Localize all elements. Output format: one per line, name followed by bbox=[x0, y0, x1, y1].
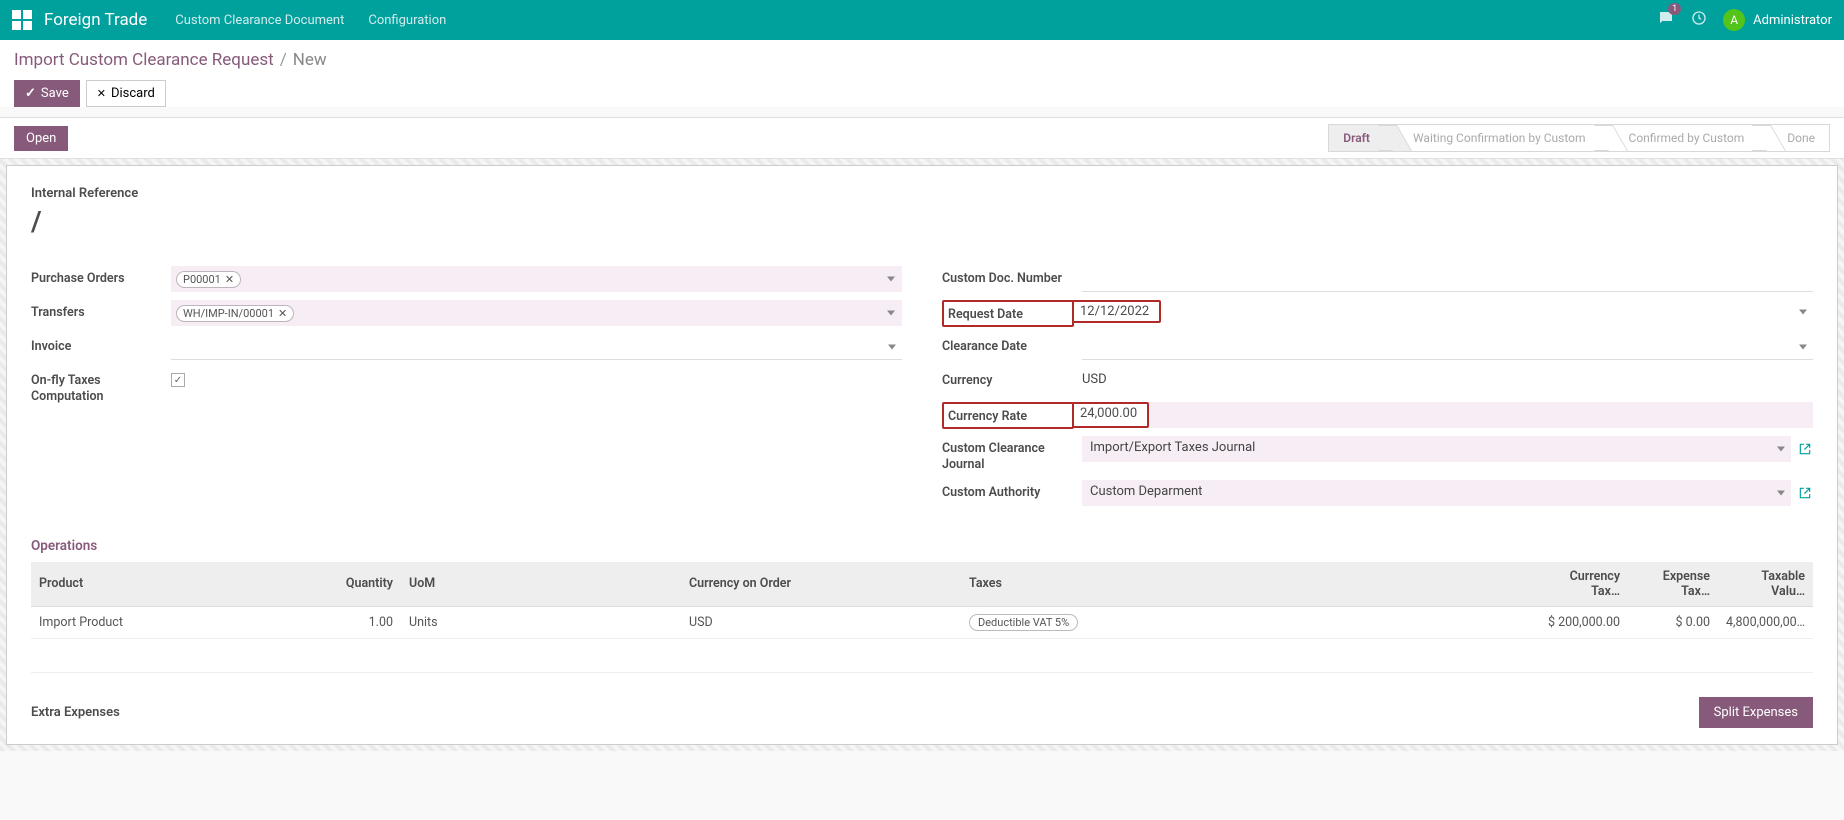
col-product[interactable]: Product bbox=[31, 562, 321, 607]
col-uom[interactable]: UoM bbox=[401, 562, 681, 607]
action-buttons: Save Discard bbox=[14, 80, 1830, 107]
discard-button[interactable]: Discard bbox=[86, 80, 166, 107]
chat-icon[interactable]: 1 bbox=[1657, 9, 1675, 31]
open-button[interactable]: Open bbox=[14, 126, 68, 151]
label-authority: Custom Authority bbox=[942, 480, 1082, 501]
chevron-down-icon[interactable] bbox=[1799, 309, 1807, 314]
cell-currency-tax[interactable]: $ 200,000.00 bbox=[1538, 606, 1628, 638]
label-currency: Currency bbox=[942, 368, 1082, 389]
chevron-down-icon[interactable] bbox=[888, 344, 896, 349]
chevron-down-icon[interactable] bbox=[1777, 490, 1785, 495]
remove-tag-icon[interactable]: ✕ bbox=[278, 307, 287, 320]
authority-field[interactable]: Custom Deparment bbox=[1082, 480, 1791, 506]
status-row: Open Draft Waiting Confirmation by Custo… bbox=[0, 117, 1844, 159]
onfly-taxes-checkbox[interactable]: ✓ bbox=[171, 373, 185, 387]
chevron-down-icon[interactable] bbox=[887, 311, 895, 316]
breadcrumb: Import Custom Clearance Request / New bbox=[14, 50, 1830, 70]
cell-product[interactable]: Import Product bbox=[31, 606, 321, 638]
label-onfly-taxes: On-fly Taxes Computation bbox=[31, 368, 171, 406]
status-draft[interactable]: Draft bbox=[1328, 124, 1388, 152]
extra-expenses-title: Extra Expenses bbox=[31, 705, 120, 720]
app-brand[interactable]: Foreign Trade bbox=[44, 10, 147, 30]
purchase-orders-field[interactable]: P00001✕ bbox=[171, 266, 902, 292]
label-currency-rate: Currency Rate bbox=[942, 402, 1074, 429]
invoice-field[interactable] bbox=[171, 334, 902, 360]
split-expenses-button[interactable]: Split Expenses bbox=[1699, 697, 1813, 728]
external-link-icon[interactable] bbox=[1797, 485, 1813, 501]
cell-taxes[interactable]: Deductible VAT 5% bbox=[961, 606, 1538, 638]
breadcrumb-separator: / bbox=[280, 50, 287, 70]
currency-rate-value[interactable]: 24,000.00 bbox=[1080, 406, 1137, 421]
currency-rate-field[interactable] bbox=[1149, 402, 1813, 428]
apps-icon[interactable] bbox=[12, 10, 32, 30]
form-left-column: Purchase Orders P00001✕ Transfers WH/IMP… bbox=[31, 266, 902, 514]
content-wrap: Internal Reference / Purchase Orders P00… bbox=[0, 159, 1844, 751]
cell-uom[interactable]: Units bbox=[401, 606, 681, 638]
col-expense-tax[interactable]: Expense Tax… bbox=[1628, 562, 1718, 607]
nav-link-configuration[interactable]: Configuration bbox=[368, 13, 446, 28]
status-waiting[interactable]: Waiting Confirmation by Custom bbox=[1388, 124, 1604, 152]
cell-expense-tax[interactable]: $ 0.00 bbox=[1628, 606, 1718, 638]
clearance-date-field[interactable] bbox=[1082, 334, 1813, 360]
nav-link-custom-clearance[interactable]: Custom Clearance Document bbox=[175, 13, 344, 28]
activity-icon[interactable] bbox=[1691, 10, 1707, 30]
extra-expenses-row: Extra Expenses Split Expenses bbox=[31, 697, 1813, 728]
external-link-icon[interactable] bbox=[1797, 441, 1813, 457]
operations-title: Operations bbox=[31, 538, 1813, 554]
label-custom-doc-number: Custom Doc. Number bbox=[942, 266, 1082, 287]
table-row[interactable]: Import Product 1.00 Units USD Deductible… bbox=[31, 606, 1813, 638]
tax-tag[interactable]: Deductible VAT 5% bbox=[969, 614, 1078, 631]
top-navbar: Foreign Trade Custom Clearance Document … bbox=[0, 0, 1844, 40]
request-date-value[interactable]: 12/12/2022 bbox=[1080, 304, 1149, 319]
col-currency-tax[interactable]: Currency Tax… bbox=[1538, 562, 1628, 607]
transfers-field[interactable]: WH/IMP-IN/00001✕ bbox=[171, 300, 902, 326]
chevron-down-icon[interactable] bbox=[887, 277, 895, 282]
label-clearance-date: Clearance Date bbox=[942, 334, 1082, 355]
col-taxable-val[interactable]: Taxable Valu… bbox=[1718, 562, 1813, 607]
chevron-down-icon[interactable] bbox=[1799, 344, 1807, 349]
avatar[interactable]: A bbox=[1723, 9, 1745, 31]
journal-field[interactable]: Import/Export Taxes Journal bbox=[1082, 436, 1791, 462]
save-button[interactable]: Save bbox=[14, 80, 80, 107]
label-transfers: Transfers bbox=[31, 300, 171, 321]
label-purchase-orders: Purchase Orders bbox=[31, 266, 171, 287]
internal-reference-label: Internal Reference bbox=[31, 186, 1813, 201]
currency-value: USD bbox=[1082, 368, 1813, 394]
check-icon bbox=[25, 86, 36, 101]
label-invoice: Invoice bbox=[31, 334, 171, 355]
breadcrumb-parent[interactable]: Import Custom Clearance Request bbox=[14, 50, 274, 70]
form-right-column: Custom Doc. Number Request Date 12/12/20… bbox=[942, 266, 1813, 514]
internal-reference-value: / bbox=[31, 205, 1813, 238]
breadcrumb-bar: Import Custom Clearance Request / New Sa… bbox=[0, 40, 1844, 107]
cell-taxable-val[interactable]: 4,800,000,00… bbox=[1718, 606, 1813, 638]
remove-tag-icon[interactable]: ✕ bbox=[225, 273, 234, 286]
transfer-tag[interactable]: WH/IMP-IN/00001✕ bbox=[176, 305, 294, 322]
chevron-down-icon[interactable] bbox=[1777, 447, 1785, 452]
col-quantity[interactable]: Quantity bbox=[321, 562, 401, 607]
username[interactable]: Administrator bbox=[1753, 13, 1832, 28]
label-journal: Custom Clearance Journal bbox=[942, 436, 1082, 474]
label-request-date: Request Date bbox=[942, 300, 1074, 327]
cell-quantity[interactable]: 1.00 bbox=[321, 606, 401, 638]
purchase-order-tag[interactable]: P00001✕ bbox=[176, 271, 241, 288]
operations-table: Product Quantity UoM Currency on Order T… bbox=[31, 562, 1813, 673]
statusbar: Draft Waiting Confirmation by Custom Con… bbox=[1328, 124, 1830, 152]
status-confirmed[interactable]: Confirmed by Custom bbox=[1604, 124, 1763, 152]
breadcrumb-current: New bbox=[293, 50, 327, 70]
cell-currency-on-order[interactable]: USD bbox=[681, 606, 961, 638]
col-currency-on-order[interactable]: Currency on Order bbox=[681, 562, 961, 607]
form-sheet: Internal Reference / Purchase Orders P00… bbox=[6, 165, 1838, 745]
chat-badge: 1 bbox=[1668, 3, 1681, 15]
col-taxes[interactable]: Taxes bbox=[961, 562, 1538, 607]
custom-doc-number-field[interactable] bbox=[1082, 266, 1813, 292]
close-icon bbox=[97, 86, 106, 101]
